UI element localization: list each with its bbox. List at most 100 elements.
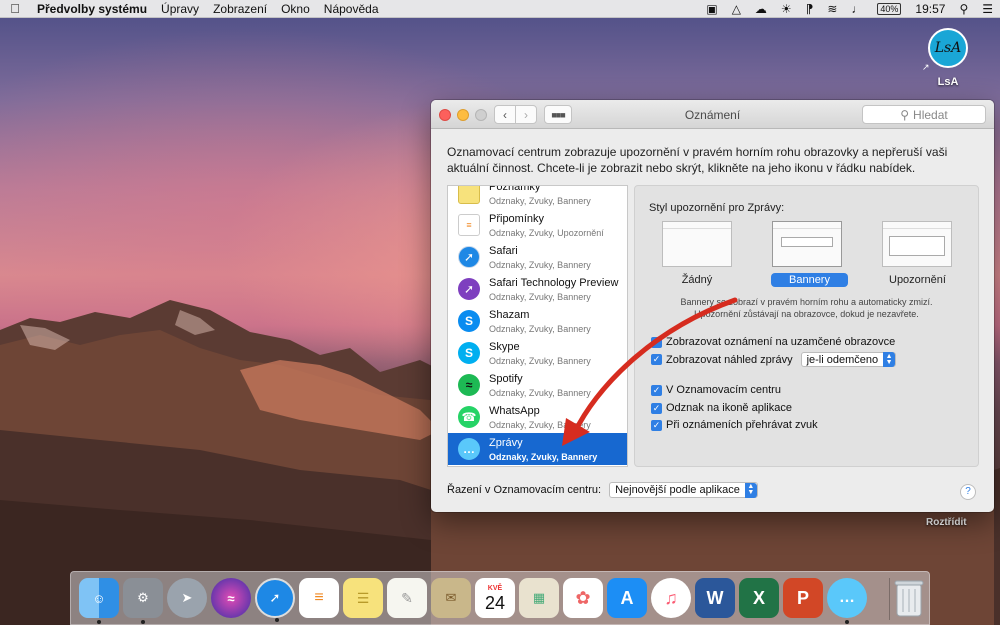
app-row-whatsapp[interactable]: ☎ WhatsApp Odznaky, Zvuky, Bannery (448, 401, 627, 433)
messages-dock-icon[interactable]: … (827, 578, 867, 624)
app-row-safari-technology-preview[interactable]: ➚ Safari Technology Preview Odznaky, Zvuk… (448, 273, 627, 305)
finder-icon[interactable]: ☺ (79, 578, 119, 624)
app-sub: Odznaky, Zvuky, Bannery (489, 195, 591, 206)
spotlight-icon[interactable]: ⚲ (952, 0, 975, 18)
app-row-shazam[interactable]: S Shazam Odznaky, Zvuky, Bannery (448, 305, 627, 337)
app-row-spotify[interactable]: ≈ Spotify Odznaky, Zvuky, Bannery (448, 369, 627, 401)
calendar-icon[interactable]: KVĚ 24 (475, 578, 515, 618)
app-list[interactable]: Poznámky Odznaky, Zvuky, Bannery ≡ Připom… (447, 185, 628, 467)
powerpoint-letter: P (796, 587, 809, 608)
launchpad-icon[interactable]: ➤ (167, 578, 207, 618)
notifications-window: ‹ › ■■■ Oznámení ⚲ Hledat Oznamovací cen… (431, 100, 994, 512)
checkmark-icon: ✓ (651, 354, 662, 365)
app-name: Spotify (489, 372, 523, 385)
style-option-banners[interactable]: Bannery (771, 221, 848, 287)
style-thumb-none (662, 221, 732, 267)
mail-stamp-icon[interactable]: ✉ (431, 578, 471, 618)
status-box-icon[interactable]: ▣ (699, 0, 724, 18)
banner-note-line-1: Bannery se zobrazí v pravém horním rohu … (680, 297, 933, 307)
messages-icon: … (458, 438, 480, 460)
notes-icon (458, 186, 480, 204)
app-row-messages[interactable]: … Zprávy Odznaky, Zvuky, Bannery (448, 433, 627, 465)
checkbox-label: Zobrazovat náhled zprávy (666, 353, 793, 366)
app-row-notes[interactable]: Poznámky Odznaky, Zvuky, Bannery (448, 186, 627, 209)
system-preferences-icon[interactable]: ⚙ (123, 578, 163, 624)
itunes-icon[interactable]: ♫ (651, 578, 691, 618)
desktop-stack-label[interactable]: Roztřídit (926, 517, 967, 528)
checkmark-icon: ✓ (651, 384, 662, 396)
trash-icon[interactable] (893, 578, 925, 618)
app-sub: Odznaky, Zvuky, Bannery (489, 291, 591, 302)
banner-note: Bannery se zobrazí v pravém horním rohu … (635, 296, 978, 320)
volume-icon[interactable]: ♩ (844, 0, 870, 18)
menu-edit[interactable]: Úpravy (154, 2, 206, 16)
whatsapp-icon: ☎ (458, 406, 480, 428)
banner-note-line-2: Upozornění zůstávají na obrazovce, dokud… (694, 309, 919, 319)
app-row-safari[interactable]: ➚ Safari Odznaky, Zvuky, Bannery (448, 241, 627, 273)
updown-arrows-icon: ▲ ▼ (744, 482, 757, 498)
app-sub: Odznaky, Zvuky, Bannery (489, 355, 591, 366)
search-field[interactable]: ⚲ Hledat (862, 105, 986, 124)
app-row-reminders[interactable]: ≡ Připomínky Odznaky, Zvuky, Upozornění (448, 209, 627, 241)
lightbulb-icon[interactable]: ☀ (774, 0, 799, 18)
style-option-none[interactable]: Žádný (661, 221, 733, 287)
help-button[interactable]: ? (960, 484, 976, 500)
checkbox-label: V Oznamovacím centru (666, 384, 781, 396)
menu-view[interactable]: Zobrazení (206, 2, 274, 16)
bluetooth-icon[interactable]: ⁋ (799, 0, 821, 18)
excel-icon[interactable]: X (739, 578, 779, 618)
safari-dock-icon[interactable]: ➚ (255, 578, 295, 622)
menu-window[interactable]: Okno (274, 2, 317, 16)
cloud-icon[interactable]: ☁ (748, 0, 774, 18)
checkbox-badge[interactable]: ✓ Odznak na ikoně aplikace (651, 402, 792, 414)
app-row-skype[interactable]: S Skype Odznaky, Zvuky, Bannery (448, 337, 627, 369)
photos-icon[interactable]: ✿ (563, 578, 603, 618)
reminders-dock-icon[interactable]: ≡ (299, 578, 339, 618)
style-label-none: Žádný (681, 274, 713, 286)
sort-row: Řazení v Oznamovacím centru: Nejnovější … (447, 482, 758, 498)
word-icon[interactable]: W (695, 578, 735, 618)
preview-icon[interactable]: ▦ (519, 578, 559, 618)
style-option-alerts[interactable]: Upozornění (881, 221, 953, 287)
textedit-icon[interactable]: ✎ (387, 578, 427, 618)
checkbox-sound[interactable]: ✓ Při oznámeních přehrávat zvuk (651, 419, 818, 431)
dock-separator (889, 578, 890, 620)
app-sub: Odznaky, Zvuky, Bannery (489, 259, 591, 270)
app-name: Připomínky (489, 212, 545, 225)
app-sub: Odznaky, Zvuky, Bannery (489, 387, 591, 398)
search-placeholder: Hledat (913, 107, 948, 122)
google-drive-icon[interactable]: △ (725, 0, 748, 18)
calendar-month: KVĚ (487, 584, 503, 592)
reminders-icon: ≡ (458, 214, 480, 236)
menu-app-name[interactable]: Předvolby systému (30, 2, 154, 16)
sort-select-value: Nejnovější podle aplikace (615, 484, 740, 496)
app-name: Safari Technology Preview (489, 276, 619, 289)
settings-panel: Styl upozornění pro Zprávy: Žádný Banner… (634, 185, 979, 467)
notification-center-icon[interactable]: ☰ (975, 0, 1000, 18)
app-sub: Odznaky, Zvuky, Bannery (489, 451, 598, 462)
menu-help[interactable]: Nápověda (317, 2, 386, 16)
preview-select[interactable]: je-li odemčeno ▲ ▼ (800, 352, 897, 367)
preview-select-value: je-li odemčeno (806, 353, 879, 366)
apple-menu-icon[interactable]:  (0, 1, 30, 16)
desktop-alias-icon[interactable]: LsA ↗ LsA (918, 28, 978, 88)
title-bar[interactable]: ‹ › ■■■ Oznámení ⚲ Hledat (431, 100, 994, 129)
powerpoint-icon[interactable]: P (783, 578, 823, 618)
menu-clock[interactable]: 19:57 (908, 0, 952, 18)
calendar-day: 24 (484, 592, 506, 613)
checkbox-preview[interactable]: ✓ Zobrazovat náhled zprávy je-li odemčen… (651, 352, 897, 367)
style-thumb-alerts (882, 221, 952, 267)
notes-dock-icon[interactable]: ☰ (343, 578, 383, 618)
sort-select[interactable]: Nejnovější podle aplikace ▲ ▼ (609, 482, 758, 498)
style-heading: Styl upozornění pro Zprávy: (649, 202, 785, 214)
skype-icon: S (458, 342, 480, 364)
app-sub: Odznaky, Zvuky, Bannery (489, 419, 591, 430)
battery-icon[interactable]: 40% (870, 0, 908, 18)
app-store-icon[interactable]: A (607, 578, 647, 618)
wifi-icon[interactable]: ≋ (820, 0, 844, 18)
style-thumb-banners (772, 221, 842, 267)
checkbox-notification-center[interactable]: ✓ V Oznamovacím centru (651, 384, 781, 396)
siri-icon[interactable]: ≈ (211, 578, 251, 618)
checkbox-lock-screen[interactable]: ✓ Zobrazovat oznámení na uzamčené obrazo… (651, 336, 895, 348)
safari-preview-icon: ➚ (458, 278, 480, 300)
